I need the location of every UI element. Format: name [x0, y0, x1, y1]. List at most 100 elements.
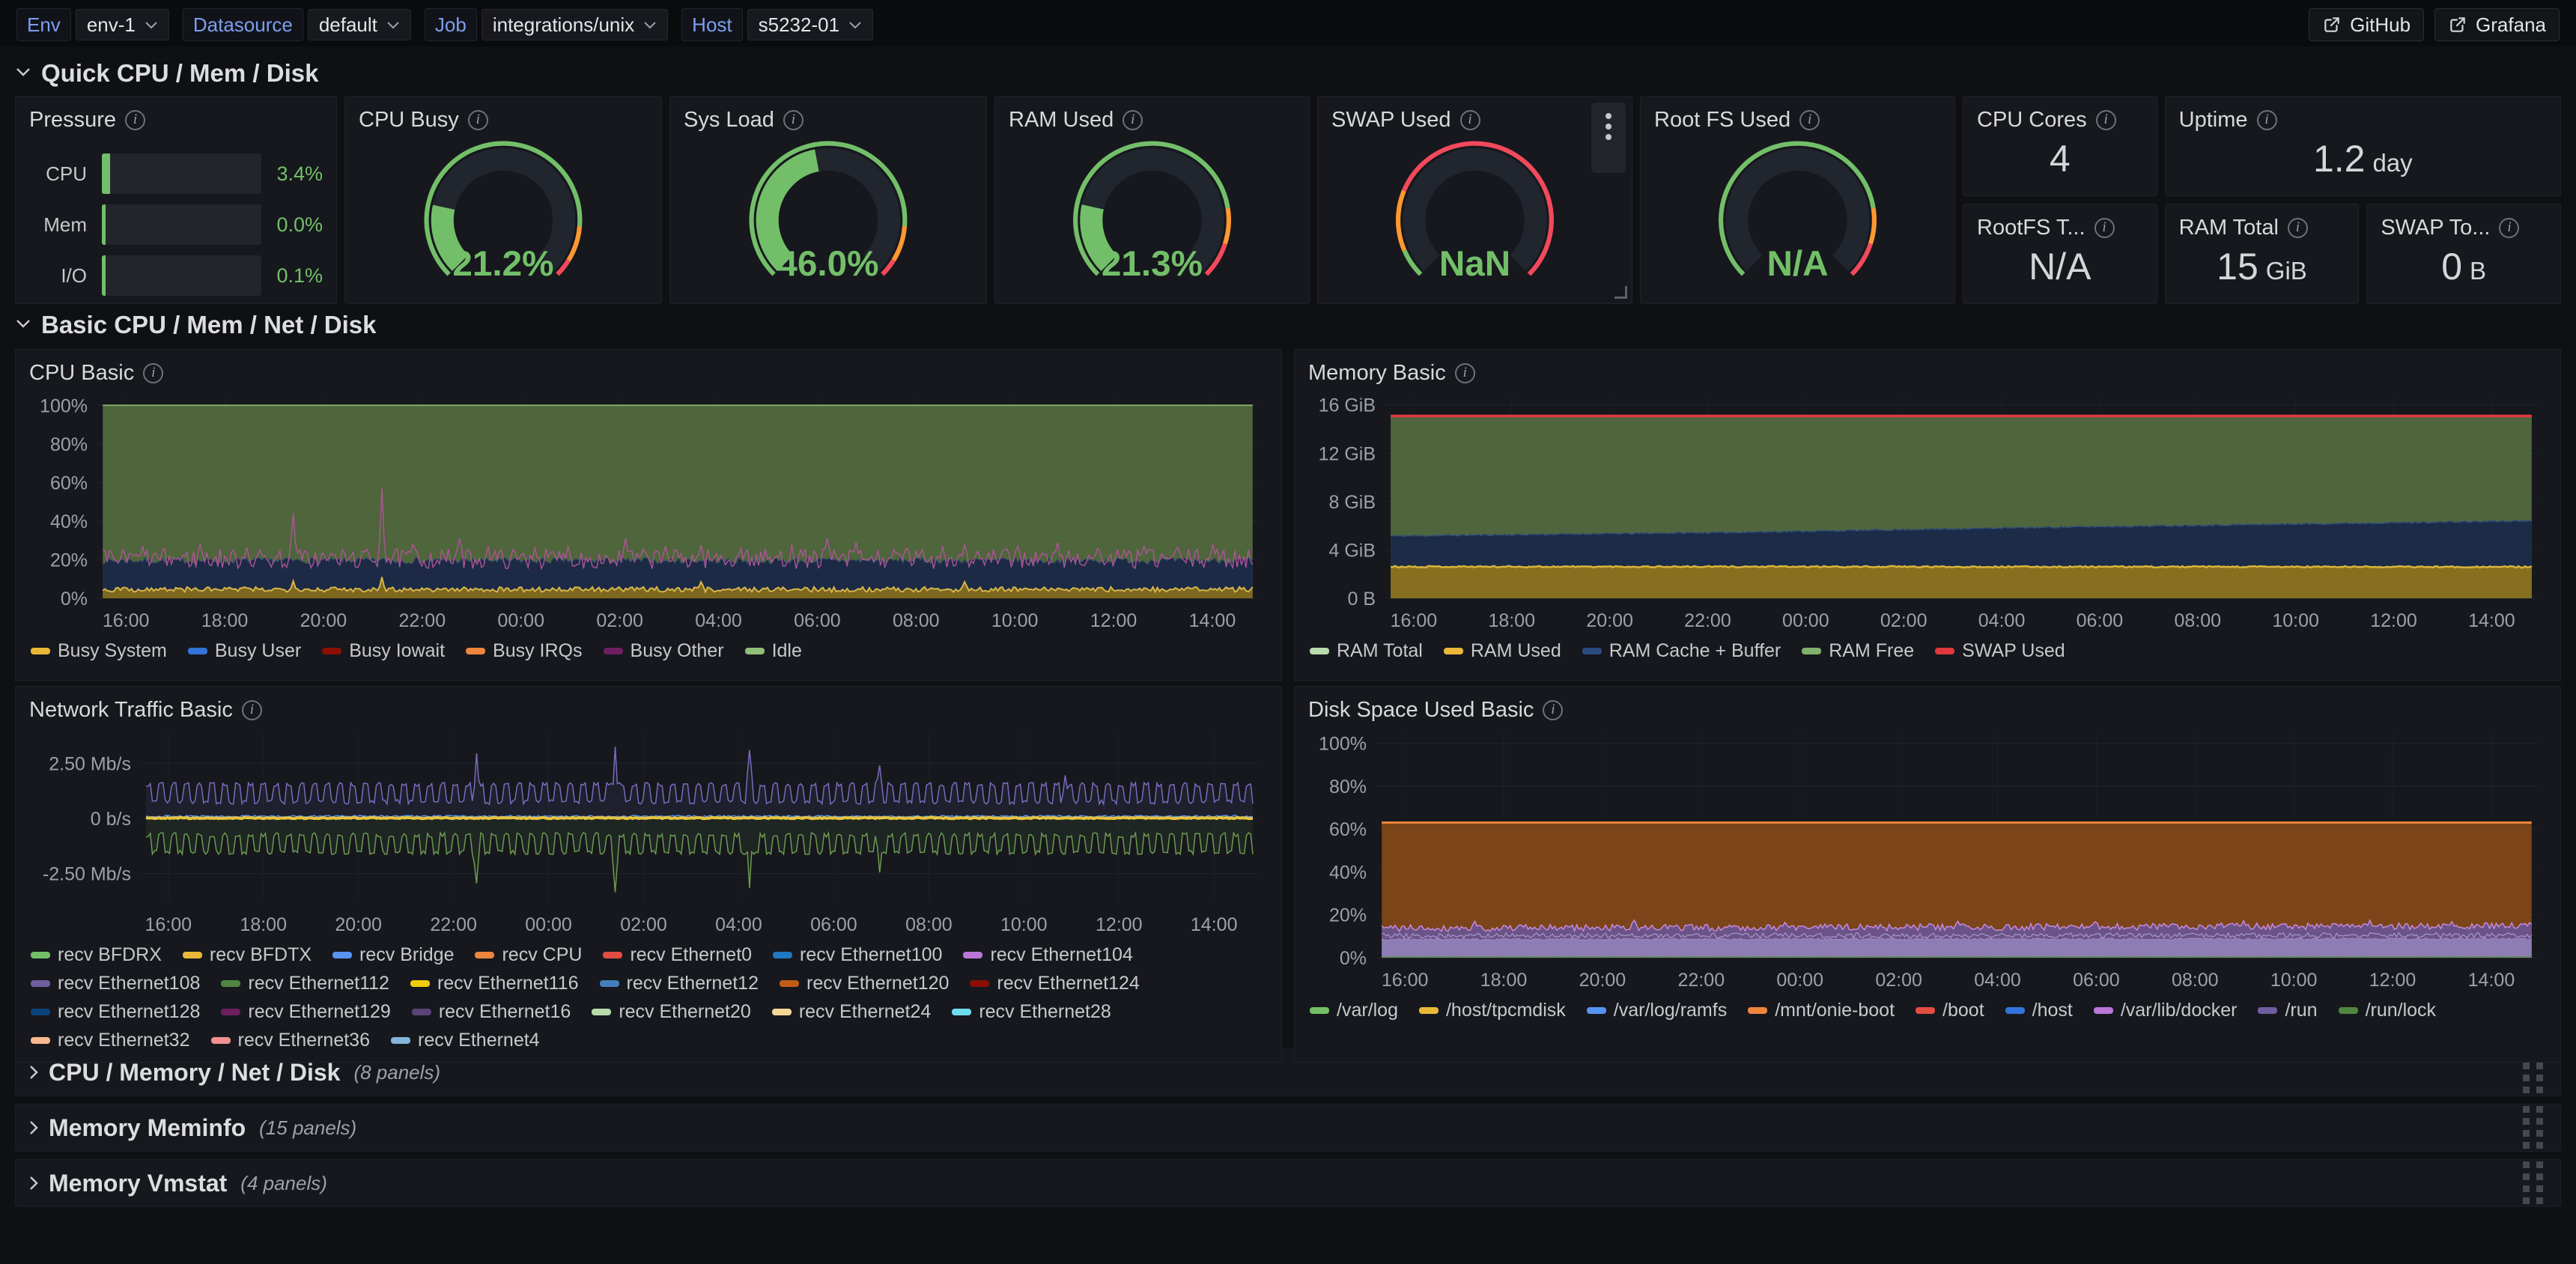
bar-gauge-track[interactable]: [102, 255, 261, 296]
legend-item[interactable]: recv Ethernet128: [31, 1001, 200, 1023]
legend-item[interactable]: Busy Other: [604, 640, 724, 662]
legend-item[interactable]: Busy User: [188, 640, 301, 662]
row-header-quick[interactable]: Quick CPU / Mem / Disk: [15, 54, 2561, 93]
legend-item[interactable]: /mnt/onie-boot: [1748, 1000, 1895, 1021]
info-icon[interactable]: i: [125, 110, 145, 130]
info-icon[interactable]: i: [2094, 218, 2115, 238]
panel-title[interactable]: CPU Basic: [29, 361, 134, 386]
dashboard-link-github[interactable]: GitHub: [2309, 8, 2424, 41]
info-icon[interactable]: i: [1799, 110, 1820, 130]
legend-item[interactable]: Busy Iowait: [322, 640, 445, 662]
legend-item[interactable]: recv Ethernet36: [211, 1030, 371, 1051]
info-icon[interactable]: i: [1543, 700, 1563, 720]
legend-item[interactable]: RAM Free: [1802, 640, 1914, 662]
dashboard-link-grafana[interactable]: Grafana: [2434, 8, 2560, 41]
time-series-plot[interactable]: 16:0018:0020:0022:0000:0002:0004:0006:00…: [29, 726, 1268, 940]
legend-item[interactable]: /run: [2258, 1000, 2317, 1021]
variable-value-dropdown[interactable]: env-1: [76, 9, 169, 40]
legend-label: recv Ethernet28: [979, 1001, 1111, 1023]
panel-title[interactable]: Network Traffic Basic: [29, 698, 233, 723]
legend-item[interactable]: recv Ethernet28: [952, 1001, 1111, 1023]
x-axis-tick: 18:00: [201, 610, 249, 631]
legend-item[interactable]: SWAP Used: [1935, 640, 2065, 662]
legend-item[interactable]: recv Ethernet116: [410, 973, 579, 994]
collapsed-row-memory-vmstat[interactable]: Memory Vmstat(4 panels): [15, 1159, 2561, 1207]
time-series-plot[interactable]: 16:0018:0020:0022:0000:0002:0004:0006:00…: [1308, 389, 2547, 636]
variable-value-dropdown[interactable]: integrations/unix: [482, 9, 668, 40]
legend-item[interactable]: recv Ethernet104: [963, 944, 1132, 966]
collapsed-row-memory-meminfo[interactable]: Memory Meminfo(15 panels): [15, 1104, 2561, 1152]
legend-item[interactable]: recv Ethernet108: [31, 973, 200, 994]
panel-title[interactable]: CPU Busy: [359, 108, 459, 133]
legend-item[interactable]: Busy System: [31, 640, 167, 662]
legend-item[interactable]: /host: [2005, 1000, 2073, 1021]
legend-item[interactable]: /boot: [1916, 1000, 1984, 1021]
panel-title[interactable]: RAM Total: [2179, 216, 2279, 240]
panel-title[interactable]: CPU Cores: [1977, 108, 2087, 133]
legend-item[interactable]: recv CPU: [475, 944, 582, 966]
info-icon[interactable]: i: [242, 700, 262, 720]
legend-item[interactable]: RAM Used: [1444, 640, 1561, 662]
panel-title[interactable]: SWAP Used: [1331, 108, 1451, 133]
bar-gauge-track[interactable]: [102, 154, 261, 194]
legend-item[interactable]: /host/tpcmdisk: [1419, 1000, 1566, 1021]
panel-title[interactable]: Disk Space Used Basic: [1308, 698, 1534, 723]
panel-title[interactable]: Memory Basic: [1308, 361, 1446, 386]
panel-title[interactable]: Uptime: [2179, 108, 2248, 133]
panel-title[interactable]: RAM Used: [1009, 108, 1114, 133]
legend-item[interactable]: /var/lib/docker: [2094, 1000, 2238, 1021]
legend-item[interactable]: recv Ethernet129: [221, 1001, 390, 1023]
legend-item[interactable]: recv Ethernet20: [592, 1001, 751, 1023]
info-icon[interactable]: i: [2288, 218, 2308, 238]
row-drag-handle[interactable]: [2518, 1103, 2548, 1152]
series-line-ram-used: [1391, 566, 2532, 568]
legend-item[interactable]: RAM Cache + Buffer: [1582, 640, 1781, 662]
legend-item[interactable]: recv Ethernet4: [391, 1030, 540, 1051]
info-icon[interactable]: i: [2257, 110, 2277, 130]
panel-title[interactable]: Pressure: [29, 108, 116, 133]
legend-item[interactable]: recv Ethernet120: [780, 973, 949, 994]
legend-item[interactable]: Busy IRQs: [466, 640, 582, 662]
info-icon[interactable]: i: [2499, 218, 2519, 238]
panel-title[interactable]: Root FS Used: [1654, 108, 1790, 133]
row-drag-handle[interactable]: [2518, 1158, 2548, 1208]
panel-menu-button[interactable]: [1591, 103, 1626, 173]
collapsed-row-panel-count: (15 panels): [259, 1116, 356, 1140]
legend-item[interactable]: recv Ethernet124: [970, 973, 1139, 994]
info-icon[interactable]: i: [1455, 363, 1475, 383]
legend-item[interactable]: recv Ethernet0: [603, 944, 752, 966]
info-icon[interactable]: i: [1460, 110, 1480, 130]
legend-item[interactable]: recv Ethernet24: [772, 1001, 932, 1023]
panel-title[interactable]: RootFS T...: [1977, 216, 2086, 240]
legend-item[interactable]: recv Ethernet32: [31, 1030, 190, 1051]
legend-item[interactable]: /var/log: [1310, 1000, 1398, 1021]
info-icon[interactable]: i: [468, 110, 488, 130]
time-series-plot[interactable]: 16:0018:0020:0022:0000:0002:0004:0006:00…: [29, 389, 1268, 636]
legend-item[interactable]: Idle: [745, 640, 802, 662]
variable-label: Env: [16, 8, 71, 41]
legend-item[interactable]: /run/lock: [2339, 1000, 2436, 1021]
info-icon[interactable]: i: [783, 110, 804, 130]
bar-gauge-track[interactable]: [102, 204, 261, 245]
legend-item[interactable]: recv Ethernet112: [221, 973, 389, 994]
chart-legend: Busy System Busy User Busy Iowait Busy IRQs…: [29, 636, 1268, 665]
panel-title[interactable]: Sys Load: [684, 108, 774, 133]
legend-item[interactable]: recv BFDRX: [31, 944, 162, 966]
variable-value-dropdown[interactable]: s5232-01: [747, 9, 873, 40]
panel-resize-handle[interactable]: [1614, 286, 1627, 299]
legend-item[interactable]: /var/log/ramfs: [1587, 1000, 1727, 1021]
variable-value-dropdown[interactable]: default: [308, 9, 411, 40]
info-icon[interactable]: i: [2096, 110, 2116, 130]
time-series-plot[interactable]: 16:0018:0020:0022:0000:0002:0004:0006:00…: [1308, 726, 2547, 995]
legend-item[interactable]: recv Ethernet16: [412, 1001, 571, 1023]
legend-label: recv Ethernet112: [248, 973, 389, 994]
row-header-basic[interactable]: Basic CPU / Mem / Net / Disk: [15, 306, 2561, 344]
info-icon[interactable]: i: [143, 363, 163, 383]
legend-item[interactable]: recv Ethernet100: [773, 944, 942, 966]
info-icon[interactable]: i: [1123, 110, 1143, 130]
legend-item[interactable]: RAM Total: [1310, 640, 1423, 662]
panel-title[interactable]: SWAP To...: [2381, 216, 2490, 240]
legend-item[interactable]: recv BFDTX: [183, 944, 312, 966]
legend-item[interactable]: recv Bridge: [332, 944, 454, 966]
legend-item[interactable]: recv Ethernet12: [600, 973, 759, 994]
